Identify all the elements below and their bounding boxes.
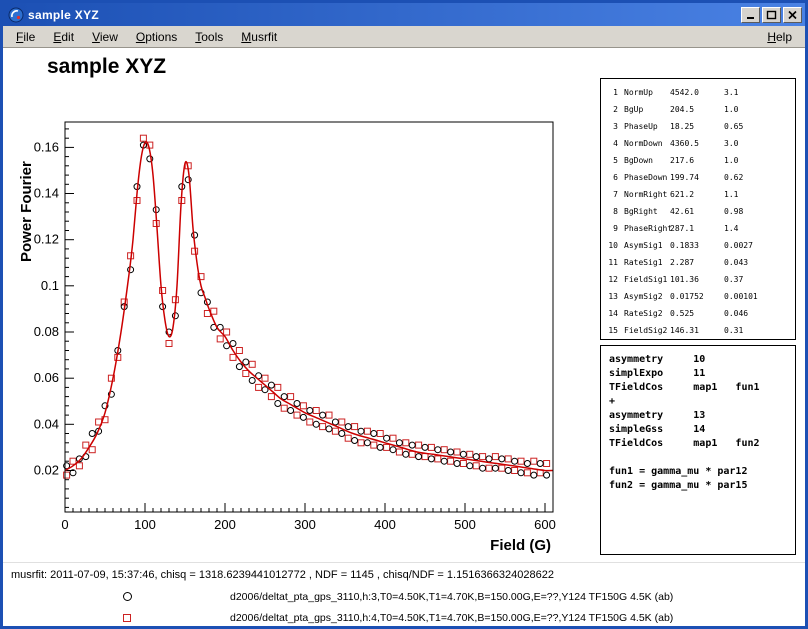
legend-label: d2006/deltat_pta_gps_3110,h:4,T0=4.50K,T… xyxy=(230,612,673,624)
data-points xyxy=(64,135,550,478)
theory-line: TFieldCos map1 fun1 xyxy=(609,381,795,395)
param-row: 13AsymSig20.017520.00101 xyxy=(606,288,795,305)
legend-circle-marker xyxy=(123,592,132,601)
y-tick-label: 0.12 xyxy=(34,232,59,247)
window-controls xyxy=(741,7,802,23)
legend-label: d2006/deltat_pta_gps_3110,h:3,T0=4.50K,T… xyxy=(230,591,673,603)
x-tick-label: 200 xyxy=(214,517,236,532)
param-row: 8BgRight42.610.98 xyxy=(606,203,795,220)
param-row: 14RateSig20.5250.046 xyxy=(606,305,795,322)
param-row: 9PhaseRight287.11.4 xyxy=(606,220,795,237)
plot-area[interactable]: 0 100 200 300 400 500 600 0.02 0.04 0.06 0.08 0.1 0.… xyxy=(3,48,603,568)
root-canvas[interactable]: 0 100 200 300 400 500 600 0.02 0.04 0.06 0.08 0.1 0.… xyxy=(3,48,805,626)
minimize-icon xyxy=(745,10,756,20)
x-tick-label: 400 xyxy=(374,517,396,532)
theory-line: simpleGss 14 xyxy=(609,423,795,437)
param-row: 4NormDown4360.53.0 xyxy=(606,135,795,152)
theory-lines: asymmetry 10simplExpo 11TFieldCos map1 f… xyxy=(609,353,795,493)
theory-line: asymmetry 13 xyxy=(609,409,795,423)
param-row: 12FieldSig1101.360.37 xyxy=(606,271,795,288)
menu-item-options[interactable]: Options xyxy=(127,28,186,46)
param-row: 5BgDown217.61.0 xyxy=(606,152,795,169)
theory-line: fun1 = gamma_mu * par12 xyxy=(609,465,795,479)
y-tick-label: 0.08 xyxy=(34,324,59,339)
info-footer: musrfit: 2011-07-09, 15:37:46, chisq = 1… xyxy=(3,562,805,624)
maximize-button[interactable] xyxy=(762,7,781,23)
y-axis-title: Power Fourier xyxy=(18,161,35,262)
app-icon[interactable] xyxy=(8,7,24,23)
app-window: sample XYZ FileEditViewOptionsToolsMusrf… xyxy=(0,0,808,629)
y-tick-label: 0.04 xyxy=(34,416,59,431)
legend-entry: d2006/deltat_pta_gps_3110,h:3,T0=4.50K,T… xyxy=(3,587,805,608)
param-row: 15FieldSig2146.310.31 xyxy=(606,322,795,339)
menu-item-file[interactable]: File xyxy=(7,28,44,46)
axis-ticks: 0 100 200 300 400 500 600 0.02 0.04 0.06 0.08 0.1 0.… xyxy=(34,129,556,532)
titlebar[interactable]: sample XYZ xyxy=(3,3,805,26)
menu-item-view[interactable]: View xyxy=(83,28,127,46)
plot-title: sample XYZ xyxy=(47,55,166,79)
param-row: 10AsymSig10.18330.0027 xyxy=(606,237,795,254)
theory-line xyxy=(609,451,795,465)
param-row: 11RateSig12.2870.043 xyxy=(606,254,795,271)
x-tick-label: 500 xyxy=(454,517,476,532)
legend: d2006/deltat_pta_gps_3110,h:3,T0=4.50K,T… xyxy=(3,587,805,629)
theory-line: asymmetry 10 xyxy=(609,353,795,367)
theory-line: simplExpo 11 xyxy=(609,367,795,381)
close-button[interactable] xyxy=(783,7,802,23)
menu-item-musrfit[interactable]: Musrfit xyxy=(232,28,286,46)
legend-square-marker xyxy=(123,614,131,622)
theory-line: TFieldCos map1 fun2 xyxy=(609,437,795,451)
fit-parameters-box: 1NormUp4542.03.12BgUp204.51.03PhaseUp18.… xyxy=(600,78,796,340)
maximize-icon xyxy=(766,10,777,20)
menu-item-edit[interactable]: Edit xyxy=(44,28,83,46)
theory-line: fun2 = gamma_mu * par15 xyxy=(609,479,795,493)
x-axis-title: Field (G) xyxy=(490,537,551,554)
fit-parameters-rows: 1NormUp4542.03.12BgUp204.51.03PhaseUp18.… xyxy=(606,84,795,339)
menu-item-tools[interactable]: Tools xyxy=(186,28,232,46)
x-tick-label: 0 xyxy=(61,517,68,532)
menu-item-help[interactable]: Help xyxy=(758,28,801,46)
menubar-right: Help xyxy=(758,28,801,46)
window-title: sample XYZ xyxy=(28,8,99,22)
x-tick-label: 600 xyxy=(534,517,556,532)
param-row: 6PhaseDown199.740.62 xyxy=(606,169,795,186)
close-icon xyxy=(787,10,798,20)
x-tick-label: 300 xyxy=(294,517,316,532)
fit-curve xyxy=(65,142,553,471)
legend-entry: d2006/deltat_pta_gps_3110,h:4,T0=4.50K,T… xyxy=(3,608,805,629)
menubar: FileEditViewOptionsToolsMusrfit Help xyxy=(3,26,805,48)
param-row: 3PhaseUp18.250.65 xyxy=(606,118,795,135)
theory-line: + xyxy=(609,395,795,409)
y-tick-label: 0.06 xyxy=(34,370,59,385)
menubar-left: FileEditViewOptionsToolsMusrfit xyxy=(7,28,286,46)
y-tick-label: 0.02 xyxy=(34,463,59,478)
fit-status-line: musrfit: 2011-07-09, 15:37:46, chisq = 1… xyxy=(11,569,554,581)
minimize-button[interactable] xyxy=(741,7,760,23)
fit-line-group xyxy=(65,142,553,471)
y-tick-label: 0.14 xyxy=(34,186,59,201)
y-tick-label: 0.16 xyxy=(34,139,59,154)
param-row: 1NormUp4542.03.1 xyxy=(606,84,795,101)
theory-box: asymmetry 10simplExpo 11TFieldCos map1 f… xyxy=(600,345,796,555)
param-row: 7NormRight621.21.1 xyxy=(606,186,795,203)
param-row: 2BgUp204.51.0 xyxy=(606,101,795,118)
y-tick-label: 0.1 xyxy=(41,278,59,293)
x-tick-label: 100 xyxy=(134,517,156,532)
